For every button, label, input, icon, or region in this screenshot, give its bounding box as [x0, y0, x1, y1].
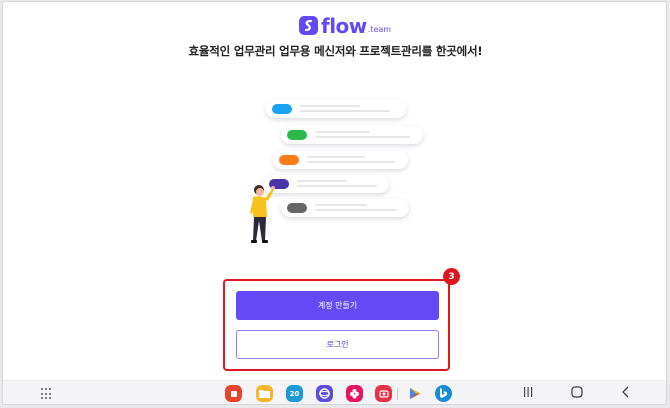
signup-button[interactable]: 계정 만들기 — [236, 291, 439, 320]
task-pill — [287, 203, 307, 213]
person-figure — [250, 185, 275, 243]
screen-recorder-icon[interactable] — [375, 385, 392, 402]
samsung-internet-icon[interactable] — [316, 385, 333, 402]
task-card — [263, 175, 389, 193]
task-card — [281, 199, 409, 217]
page-tagline: 효율적인 업무관리 업무용 메신저와 프로젝트관리를 한곳에서! — [188, 44, 483, 58]
logo-suffix: .team — [367, 25, 392, 34]
login-button[interactable]: 로그인 — [236, 330, 439, 359]
recents-button[interactable] — [523, 386, 533, 401]
hero-illustration — [233, 95, 433, 255]
task-card — [266, 100, 406, 118]
back-button[interactable] — [621, 386, 631, 401]
system-nav-bar: 20 — [3, 380, 666, 404]
calendar-icon[interactable]: 20 — [286, 385, 303, 402]
calendar-date: 20 — [289, 389, 300, 398]
dock-divider — [397, 388, 398, 400]
app-drawer-icon[interactable] — [41, 388, 53, 400]
play-store-icon[interactable] — [406, 385, 423, 402]
tablet-screen: flow .team 효율적인 업무관리 업무용 메신저와 프로젝트관리를 한곳… — [2, 1, 667, 405]
task-pill — [279, 155, 299, 165]
bing-icon[interactable] — [435, 385, 452, 402]
annotation-badge: 3 — [443, 268, 460, 285]
flower-gallery-icon[interactable] — [346, 385, 363, 402]
my-files-icon[interactable] — [256, 385, 273, 402]
flexcil-icon[interactable] — [225, 385, 242, 402]
logo-name: flow — [321, 14, 367, 38]
task-card — [281, 126, 423, 144]
home-button[interactable] — [571, 386, 583, 401]
flow-logo: flow .team — [299, 13, 391, 37]
task-card — [273, 151, 408, 169]
task-pill — [287, 130, 307, 140]
flow-logo-icon — [299, 16, 318, 35]
task-pill — [272, 104, 292, 114]
